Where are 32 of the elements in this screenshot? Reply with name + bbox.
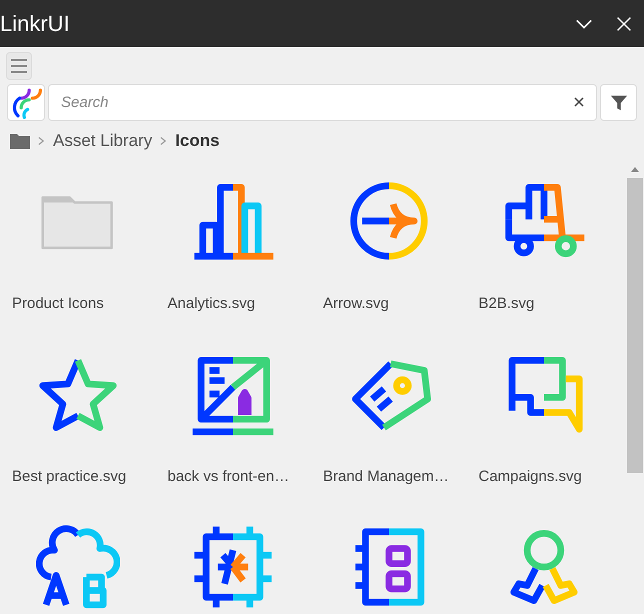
- asset-name: B2B.svg: [478, 294, 534, 314]
- asset-name: Analytics.svg: [168, 294, 256, 314]
- asset-tile[interactable]: Campaigns.svg: [470, 344, 626, 517]
- asset-name: Best practice.svg: [12, 467, 126, 487]
- close-icon: [574, 97, 584, 107]
- breadcrumb-item: Icons: [175, 130, 220, 152]
- cloud-letters-icon: [36, 525, 120, 609]
- scrollbar-thumb[interactable]: [627, 178, 643, 473]
- asset-name: Campaigns.svg: [478, 467, 582, 487]
- menu-button[interactable]: [6, 52, 32, 80]
- filter-button[interactable]: [600, 84, 637, 121]
- asset-name: Arrow.svg: [323, 294, 389, 314]
- search-field[interactable]: Search: [48, 84, 597, 121]
- asset-name: Product Icons: [12, 294, 104, 314]
- asset-name: back vs front-en…: [168, 467, 290, 487]
- asset-tile[interactable]: back vs front-en…: [160, 344, 315, 517]
- asset-tile[interactable]: Brand Managem…: [315, 344, 470, 517]
- scroll-up-icon[interactable]: [631, 167, 639, 172]
- asset-tile[interactable]: Analytics.svg: [160, 171, 315, 344]
- asset-tile[interactable]: Arrow.svg: [315, 171, 470, 344]
- menu-icon: [11, 59, 27, 73]
- breadcrumb-item[interactable]: Asset Library: [53, 128, 152, 154]
- asset-tile[interactable]: Best practice.svg: [4, 344, 160, 517]
- chevron-right-icon: [38, 136, 45, 146]
- asset-tile[interactable]: B2B.svg: [470, 171, 626, 344]
- asset-name: Brand Managem…: [323, 467, 449, 487]
- close-icon: [616, 16, 632, 32]
- window-title: LinkrUI: [0, 10, 70, 38]
- filter-icon: [610, 94, 628, 112]
- folder-icon[interactable]: [10, 133, 30, 149]
- chevron-right-icon: [160, 136, 168, 146]
- asset-tile[interactable]: Product Icons: [4, 171, 160, 344]
